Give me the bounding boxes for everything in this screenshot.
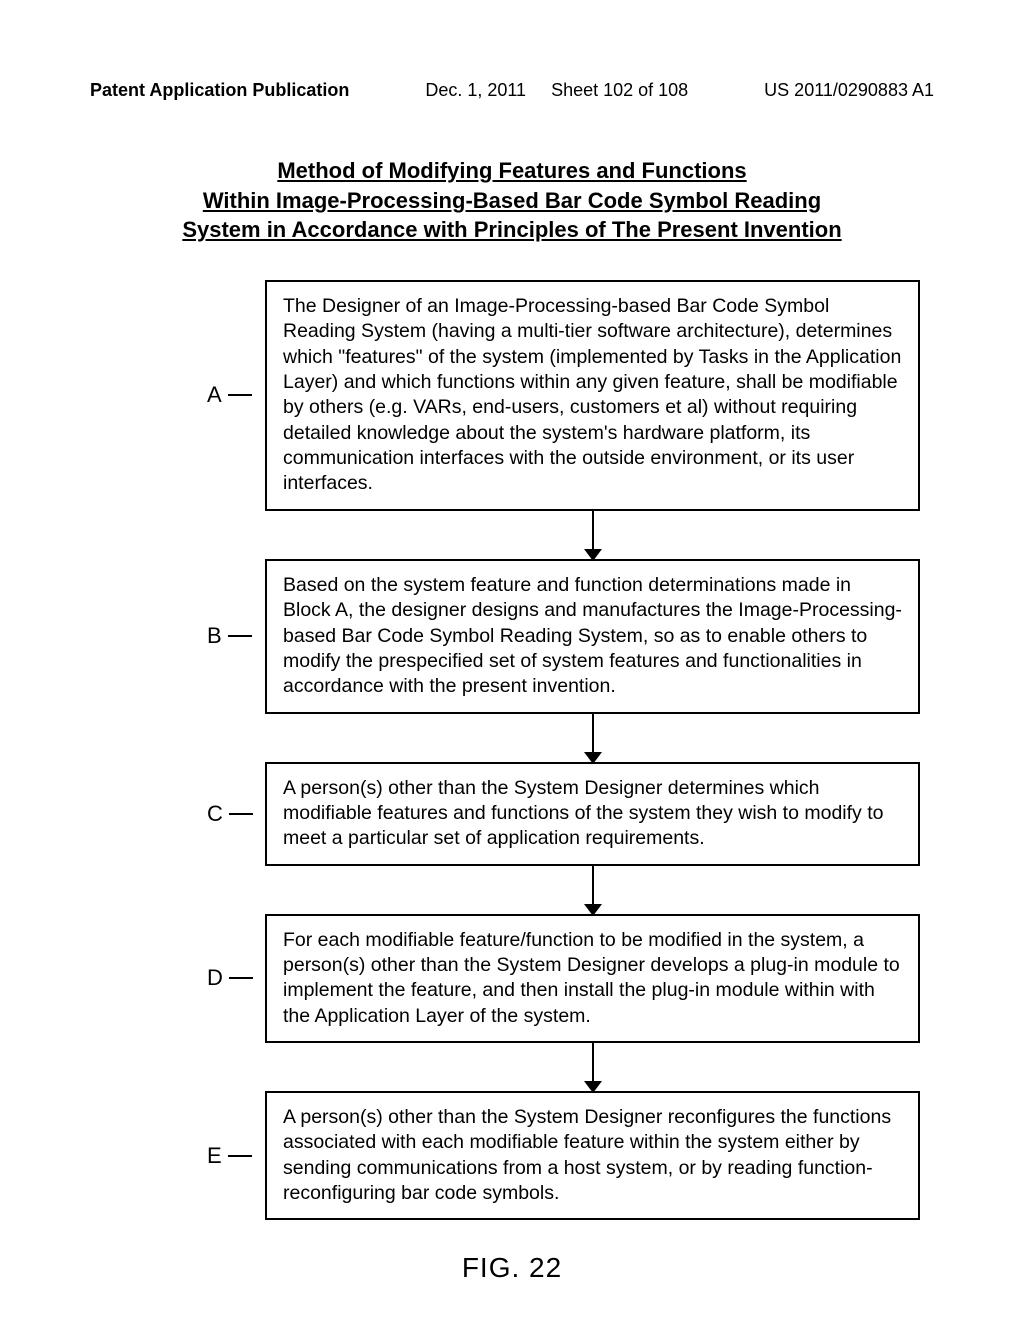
flowchart: A The Designer of an Image-Processing-ba… (265, 280, 920, 1220)
step-label-a: A (207, 382, 252, 408)
pub-date: Dec. 1, 2011 (425, 80, 526, 100)
connector-dash (228, 394, 252, 396)
figure-title: Method of Modifying Features and Functio… (90, 156, 934, 245)
connector-dash (228, 1155, 252, 1157)
step-letter: B (207, 623, 222, 649)
flow-step-c: C A person(s) other than the System Desi… (265, 762, 920, 866)
title-line-3: System in Accordance with Principles of … (182, 217, 841, 242)
step-label-e: E (207, 1143, 252, 1169)
step-box-e: A person(s) other than the System Design… (265, 1091, 920, 1220)
step-box-a: The Designer of an Image-Processing-base… (265, 280, 920, 511)
header-center: Dec. 1, 2011 Sheet 102 of 108 (425, 80, 688, 101)
step-letter: C (207, 801, 223, 827)
connector-dash (229, 813, 253, 815)
step-label-c: C (207, 801, 253, 827)
step-letter: D (207, 965, 223, 991)
title-line-1: Method of Modifying Features and Functio… (277, 158, 746, 183)
step-letter: A (207, 382, 222, 408)
connector-dash (228, 635, 252, 637)
publication-number: US 2011/0290883 A1 (764, 80, 934, 101)
connector-dash (229, 977, 253, 979)
sheet-number: Sheet 102 of 108 (551, 80, 688, 100)
title-line-2: Within Image-Processing-Based Bar Code S… (203, 188, 821, 213)
step-box-d: For each modifiable feature/function to … (265, 914, 920, 1043)
step-box-c: A person(s) other than the System Design… (265, 762, 920, 866)
step-box-b: Based on the system feature and function… (265, 559, 920, 714)
flow-step-e: E A person(s) other than the System Desi… (265, 1091, 920, 1220)
flow-step-a: A The Designer of an Image-Processing-ba… (265, 280, 920, 511)
figure-number: FIG. 22 (90, 1252, 934, 1284)
patent-page: Patent Application Publication Dec. 1, 2… (0, 0, 1024, 1320)
page-header: Patent Application Publication Dec. 1, 2… (90, 80, 934, 101)
publication-type: Patent Application Publication (90, 80, 349, 101)
flow-step-b: B Based on the system feature and functi… (265, 559, 920, 714)
step-label-b: B (207, 623, 252, 649)
flow-step-d: D For each modifiable feature/function t… (265, 914, 920, 1043)
step-letter: E (207, 1143, 222, 1169)
step-label-d: D (207, 965, 253, 991)
